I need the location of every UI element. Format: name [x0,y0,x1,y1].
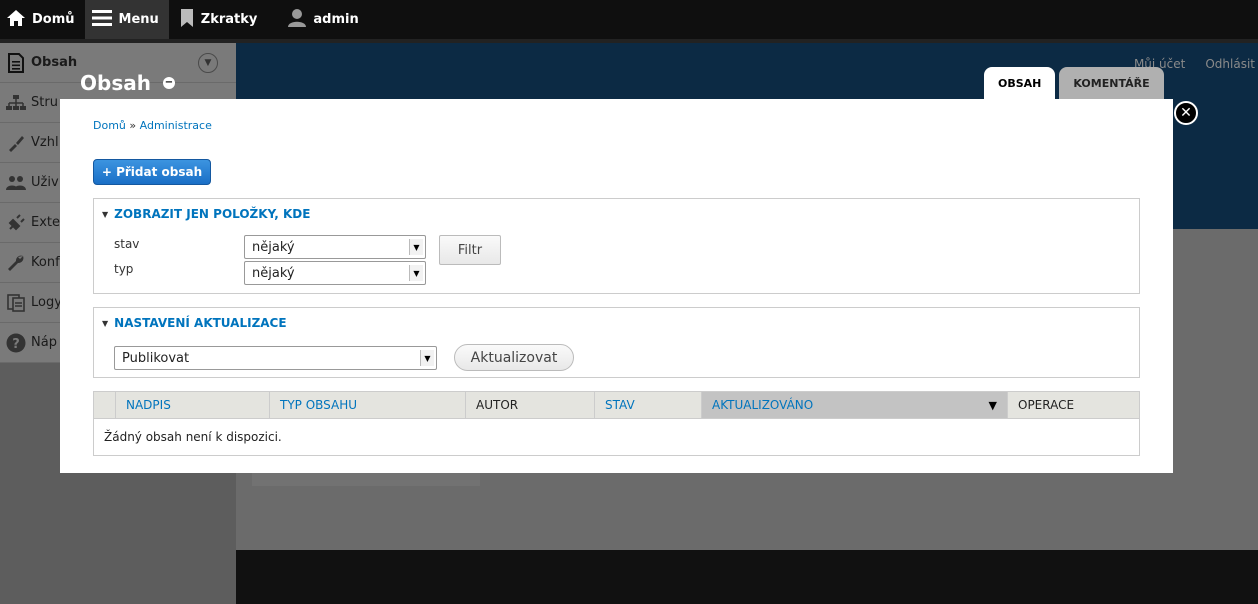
tab-comments[interactable]: KOMENTÁŘE [1059,67,1164,99]
collapse-triangle-icon: ▼ [102,209,109,219]
page-title: Obsah [80,71,151,95]
type-label: typ [114,262,134,276]
type-select[interactable]: nějaký ▼ [244,261,426,285]
primary-tabs: OBSAH KOMENTÁŘE [984,67,1164,99]
add-content-button[interactable]: + Přidat obsah [93,159,211,185]
column-author: AUTOR [466,392,595,418]
status-label: stav [114,237,140,251]
breadcrumb-admin-link[interactable]: Administrace [140,119,212,132]
filter-button[interactable]: Filtr [439,235,501,265]
home-icon [6,9,26,31]
breadcrumb: Domů » Administrace [93,119,212,132]
type-select-value: nějaký [252,265,295,281]
toolbar-home-link[interactable]: Domů [0,0,85,39]
overlay-content: Domů » Administrace + Přidat obsah ▼ ZOB… [60,99,1173,473]
document-icon [5,52,27,74]
close-icon: ✕ [1180,105,1192,121]
update-fieldset: ▼ NASTAVENÍ AKTUALIZACE Publikovat ▼ Akt… [93,307,1140,378]
update-button[interactable]: Aktualizovat [454,344,574,371]
toolbar-menu-tab[interactable]: Menu [84,0,169,39]
reports-icon [5,292,27,314]
toolbar-user-tab[interactable]: admin [281,0,368,39]
column-updated-label: AKTUALIZOVÁNO [712,398,814,412]
sitemap-icon [5,92,27,114]
tray-item-label: Konf [31,255,60,270]
chevron-down-icon: ▼ [409,265,423,281]
overlay-title: Obsah − [80,71,175,95]
table-empty-message: Žádný obsah není k dispozici. [104,430,282,444]
sort-desc-icon: ▼ [988,398,997,412]
toolbar-shortcuts-tab[interactable]: Zkratky [173,0,268,39]
toolbar-home-label: Domů [32,12,75,27]
toolbar-menu-label: Menu [118,12,159,27]
tray-item-label: Vzhl [31,135,59,150]
tray-item-label: Exte [31,215,61,230]
toolbar-user-label: admin [313,12,359,27]
column-operations: OPERACE [1018,398,1075,412]
tray-item-label: Obsah [31,55,78,70]
column-status[interactable]: STAV [595,392,702,418]
user-icon [287,8,307,32]
update-action-select[interactable]: Publikovat ▼ [114,346,437,370]
overlay-close-button[interactable]: ✕ [1174,101,1198,125]
chevron-down-icon: ▼ [420,350,434,366]
breadcrumb-separator: » [125,119,140,132]
tray-item-label: Stru [31,95,58,110]
page-footer [236,550,1258,604]
chevron-down-icon: ▼ [409,239,423,255]
status-select-value: nějaký [252,239,295,255]
filter-fieldset: ▼ ZOBRAZIT JEN POLOŽKY, KDE stav nějaký … [93,198,1140,294]
tray-toggle-button[interactable]: ▼ [198,53,218,73]
tray-item-label: Náp [31,335,57,350]
breadcrumb-home-link[interactable]: Domů [93,119,126,132]
tray-item-label: Uživ [31,175,59,190]
svg-text:?: ? [12,337,20,352]
page-panel [252,472,480,486]
brush-icon [5,132,27,154]
update-legend-label: NASTAVENÍ AKTUALIZACE [114,316,287,330]
column-title[interactable]: NADPIS [116,392,270,418]
update-action-value: Publikovat [122,350,190,366]
collapse-triangle-icon: ▼ [102,318,109,328]
plug-icon [5,212,27,234]
select-all-column[interactable] [94,392,116,418]
admin-toolbar: Domů Menu Zkratky admin [0,0,1258,39]
update-legend[interactable]: ▼ NASTAVENÍ AKTUALIZACE [102,316,287,330]
users-icon [5,172,27,194]
shortcut-remove-icon[interactable]: − [162,77,175,89]
filter-legend[interactable]: ▼ ZOBRAZIT JEN POLOŽKY, KDE [102,207,310,221]
table-header: NADPIS TYP OBSAHU AUTOR STAV AKTUALIZOVÁ… [94,392,1139,419]
logout-link[interactable]: Odhlásit [1205,57,1255,71]
filter-legend-label: ZOBRAZIT JEN POLOŽKY, KDE [114,207,311,221]
hamburger-icon [91,9,113,31]
help-icon: ? [5,332,27,354]
column-updated[interactable]: AKTUALIZOVÁNO ▼ [702,392,1008,418]
content-table: NADPIS TYP OBSAHU AUTOR STAV AKTUALIZOVÁ… [93,391,1140,456]
bookmark-icon [179,8,195,32]
tray-item-label: Logy [31,295,62,310]
status-select[interactable]: nějaký ▼ [244,235,426,259]
wrench-icon [5,252,27,274]
toolbar-shortcuts-label: Zkratky [200,12,258,27]
tab-content[interactable]: OBSAH [984,67,1056,99]
column-type[interactable]: TYP OBSAHU [270,392,466,418]
